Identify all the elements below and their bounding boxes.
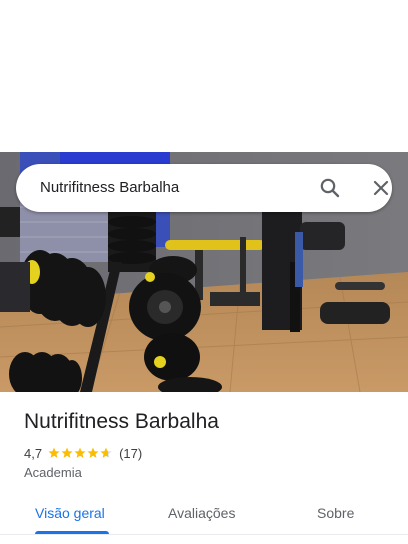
- star-rating: [48, 447, 113, 459]
- rating-value: 4,7: [24, 445, 43, 461]
- place-title: Nutrifitness Barbalha: [24, 410, 219, 433]
- rating-row[interactable]: 4,7 (17): [24, 444, 142, 462]
- tab-overview[interactable]: Visão geral: [35, 505, 105, 521]
- tab-reviews[interactable]: Avaliações: [168, 505, 235, 521]
- star-icon: [87, 447, 99, 458]
- review-count[interactable]: (17): [119, 446, 142, 461]
- search-bar[interactable]: Nutrifitness Barbalha: [16, 164, 392, 212]
- search-icon[interactable]: [318, 176, 342, 200]
- place-category: Academia: [24, 465, 82, 480]
- search-query-text[interactable]: Nutrifitness Barbalha: [40, 179, 179, 196]
- place-tabs: Visão geral Avaliações Sobre: [0, 492, 408, 544]
- tabs-divider: [0, 534, 408, 535]
- star-icon: [74, 447, 86, 458]
- star-icon: [100, 447, 112, 458]
- blank-area: [0, 0, 408, 152]
- star-icon: [48, 447, 60, 458]
- close-icon[interactable]: [369, 176, 393, 200]
- tab-about[interactable]: Sobre: [317, 505, 354, 521]
- star-icon: [61, 447, 73, 458]
